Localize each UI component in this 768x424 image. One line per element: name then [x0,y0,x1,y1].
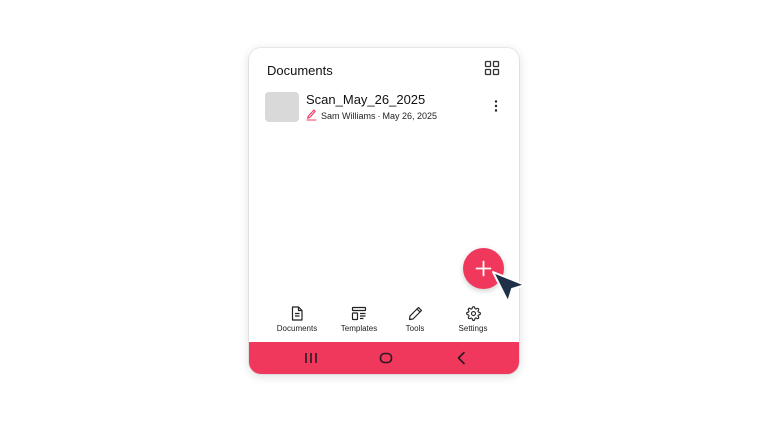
document-icon [291,306,303,321]
document-name: Scan_May_26_2025 [306,92,426,107]
document-date: May 26, 2025 [382,111,438,121]
signature-icon [306,109,321,123]
tab-settings[interactable]: Settings [443,306,503,340]
gear-icon [465,306,481,321]
document-author: Sam Williams [321,111,376,121]
tab-label: Tools [405,324,425,333]
more-options-icon[interactable] [489,98,503,114]
bottom-tab-bar: Documents Templates Tools Settings [249,302,519,342]
tab-templates[interactable]: Templates [329,306,389,340]
tab-label: Settings [458,324,488,333]
phone-screen: Documents Scan_May_26_2025 Sam Williams … [249,48,519,374]
tab-tools[interactable]: Tools [385,306,445,340]
app-header: Documents [249,48,519,92]
back-icon[interactable] [452,350,472,366]
home-icon[interactable] [376,350,396,366]
page-title: Documents [267,63,333,78]
meta-separator: · [377,111,381,121]
pencil-icon [408,306,422,321]
templates-icon [351,306,367,321]
tab-label: Templates [340,324,378,333]
list-item[interactable]: Scan_May_26_2025 Sam Williams · May 26, … [249,90,519,126]
system-nav-bar [249,342,519,374]
tab-label: Documents [276,324,318,333]
grid-view-icon[interactable] [484,60,500,76]
tab-documents[interactable]: Documents [267,306,327,340]
mouse-pointer-icon [492,271,526,303]
document-meta: Sam Williams · May 26, 2025 [306,109,438,123]
document-thumbnail [265,92,299,122]
recents-icon[interactable] [301,350,321,366]
